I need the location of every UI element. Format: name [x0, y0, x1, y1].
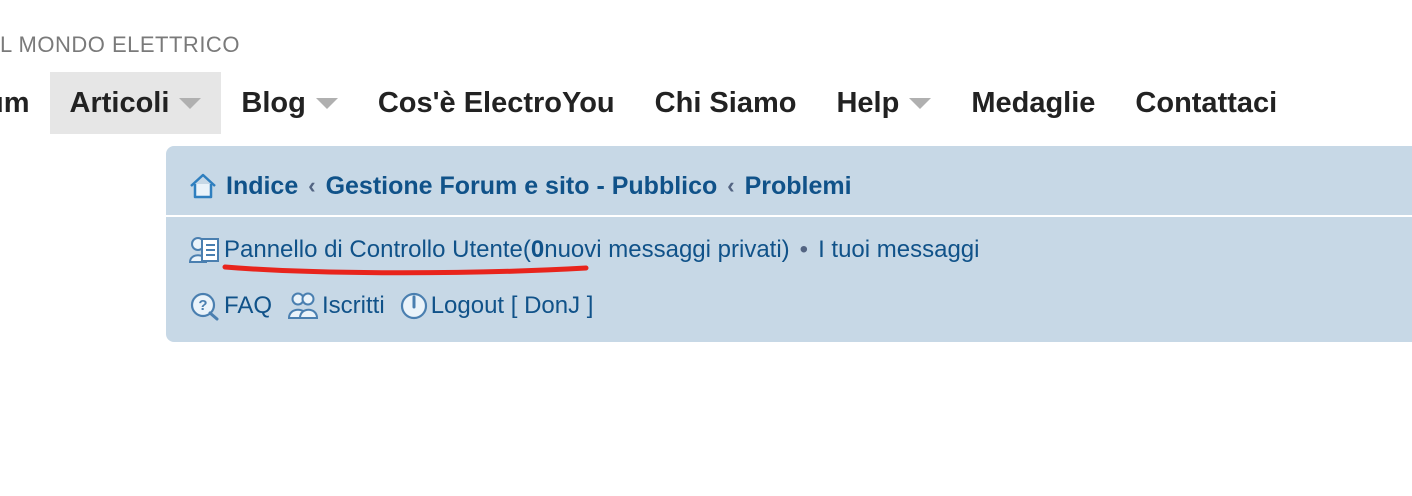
members-link[interactable]: Iscritti: [322, 292, 385, 320]
breadcrumb-link-problemi[interactable]: Problemi: [745, 172, 852, 201]
logo-dark-glyphs: [0, 0, 44, 14]
quick-links-row: ? FAQ Iscritti Logout [ DonJ ]: [188, 288, 593, 324]
nav-item-blog[interactable]: Blog: [221, 72, 357, 134]
breadcrumb-separator: ‹: [308, 173, 316, 198]
logo-tagline: L MONDO ELETTRICO: [0, 32, 240, 57]
user-control-panel-link[interactable]: Pannello di Controllo Utente: [224, 236, 523, 264]
chevron-down-icon: [909, 97, 932, 109]
nav-item-medaglie[interactable]: Medaglie: [951, 72, 1115, 134]
nav-item-label: Help: [836, 86, 900, 119]
user-control-panel-icon: [188, 235, 222, 265]
svg-text:?: ?: [198, 297, 207, 314]
breadcrumb-link-indice[interactable]: Indice: [226, 172, 298, 201]
nav-item-label: Chi Siamo: [654, 86, 797, 119]
nav-item-label: Articoli: [69, 86, 170, 119]
your-posts-link[interactable]: I tuoi messaggi: [818, 236, 979, 264]
breadcrumb: Indice ‹ Gestione Forum e sito - Pubblic…: [188, 166, 852, 206]
nav-item-label: Medaglie: [971, 86, 1096, 119]
logout-link[interactable]: Logout [ DonJ ]: [431, 292, 594, 320]
members-icon: [286, 291, 320, 321]
bullet-separator: •: [799, 236, 809, 263]
navbar-divider: [166, 215, 1412, 217]
nav-item-help[interactable]: Help: [816, 72, 951, 134]
red-annotation-underline: [222, 264, 589, 276]
nav-item-label: Cos'è ElectroYou: [377, 86, 615, 119]
site-logo[interactable]: L MONDO ELETTRICO: [0, 0, 430, 62]
nav-item-contattaci[interactable]: Contattaci: [1115, 72, 1297, 134]
faq-icon: ?: [188, 291, 222, 321]
forum-navbar: Indice ‹ Gestione Forum e sito - Pubblic…: [166, 146, 1412, 342]
home-icon[interactable]: [188, 172, 218, 200]
main-nav: um Articoli Blog Cos'è ElectroYou Chi Si…: [0, 72, 1297, 134]
nav-item-label: Contattaci: [1135, 86, 1278, 119]
chevron-down-icon: [179, 97, 202, 109]
nav-item-cos-e-electroyou[interactable]: Cos'è ElectroYou: [358, 72, 635, 134]
pm-count[interactable]: 0: [531, 236, 544, 264]
pm-open-paren: (: [522, 236, 531, 263]
faq-link[interactable]: FAQ: [224, 292, 272, 320]
nav-item-label: Blog: [241, 86, 306, 119]
nav-item-articoli[interactable]: Articoli: [49, 72, 222, 134]
pm-link[interactable]: nuovi messaggi privati): [544, 236, 789, 264]
logo-orange-glyphs: [130, 0, 260, 14]
nav-item-forum[interactable]: um: [0, 72, 50, 134]
chevron-down-icon: [315, 97, 338, 109]
breadcrumb-separator: ‹: [727, 173, 735, 198]
nav-item-chi-siamo[interactable]: Chi Siamo: [635, 72, 817, 134]
power-icon: [399, 291, 429, 321]
nav-item-label: um: [0, 86, 30, 119]
breadcrumb-link-gestione-forum[interactable]: Gestione Forum e sito - Pubblico: [326, 172, 718, 201]
